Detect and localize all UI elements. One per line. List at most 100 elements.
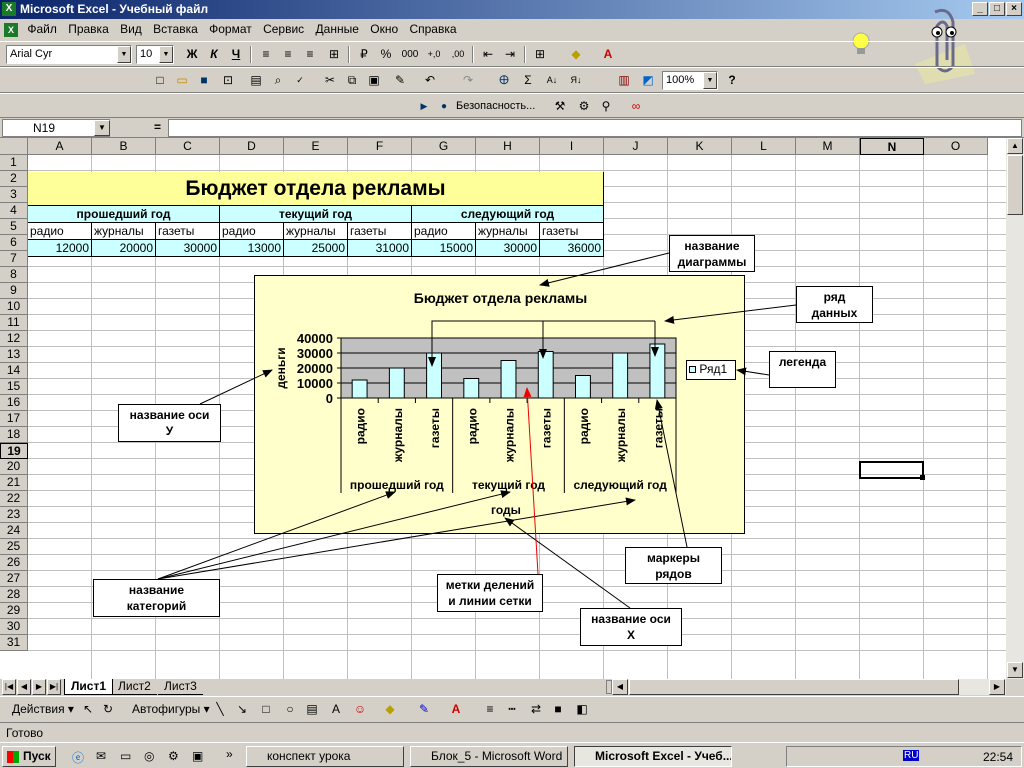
scroll-up-icon[interactable]: ▲: [1007, 138, 1023, 154]
column-header-g[interactable]: G: [412, 138, 476, 155]
row-header-18[interactable]: 18: [0, 427, 28, 443]
spelling-icon[interactable]: ✓: [290, 71, 310, 90]
formula-input[interactable]: [168, 119, 1022, 137]
line-style-icon[interactable]: ≡: [480, 700, 500, 719]
value-cell[interactable]: 12000: [28, 240, 92, 257]
save-icon[interactable]: ■: [194, 71, 214, 90]
y-tick-label[interactable]: 0: [326, 391, 333, 406]
oval-icon[interactable]: ○: [280, 700, 300, 719]
font-select[interactable]: Arial Cyr ▼: [6, 45, 132, 64]
horizontal-scrollbar[interactable]: ◀ ▶: [612, 679, 1006, 695]
line-icon[interactable]: ╲: [210, 700, 230, 719]
year-header-next[interactable]: следующий год: [412, 206, 604, 223]
quick-launch-more-icon[interactable]: »: [226, 747, 233, 761]
dash-style-icon[interactable]: ┅: [502, 700, 522, 719]
row-header-29[interactable]: 29: [0, 603, 28, 619]
tab-sheet3[interactable]: Лист3: [158, 679, 203, 695]
quick-launch-icon-2[interactable]: ⚙: [168, 749, 179, 763]
value-cell[interactable]: 15000: [412, 240, 476, 257]
value-cell[interactable]: 25000: [284, 240, 348, 257]
increase-indent-icon[interactable]: ⇥: [500, 45, 520, 64]
year-header-past[interactable]: прошедший год: [28, 206, 220, 223]
x-category-label[interactable]: газеты: [428, 408, 442, 448]
x-category-label[interactable]: журналы: [503, 408, 517, 463]
select-objects-icon[interactable]: ↖: [78, 700, 98, 719]
desktop-icon[interactable]: ▭: [120, 749, 131, 763]
bar[interactable]: [575, 375, 591, 399]
maximize-button[interactable]: □: [989, 2, 1005, 16]
draw-fill-color-icon[interactable]: ◆: [380, 700, 400, 719]
row-header-22[interactable]: 22: [0, 491, 28, 507]
row-header-15[interactable]: 15: [0, 379, 28, 395]
x-group-label[interactable]: текущий год: [472, 478, 545, 492]
quick-launch-icon-3[interactable]: ▣: [192, 749, 203, 763]
row-header-7[interactable]: 7: [0, 251, 28, 267]
copy-icon[interactable]: ⧉: [342, 71, 362, 90]
prev-sheet-icon[interactable]: ◀: [17, 679, 31, 695]
y-tick-label[interactable]: 30000: [297, 346, 333, 361]
help-icon[interactable]: ?: [722, 71, 742, 90]
row-header-26[interactable]: 26: [0, 555, 28, 571]
tab-sheet2[interactable]: Лист2: [112, 679, 157, 695]
textbox-icon[interactable]: ▤: [302, 700, 322, 719]
excel-icon[interactable]: X: [2, 2, 16, 16]
select-all-corner[interactable]: [0, 138, 28, 155]
sort-desc-icon[interactable]: Я↓: [566, 71, 586, 90]
scroll-thumb[interactable]: [1007, 155, 1023, 215]
excel-doc-icon[interactable]: X: [4, 23, 18, 37]
media-cell[interactable]: газеты: [156, 223, 220, 240]
row-header-28[interactable]: 28: [0, 587, 28, 603]
open-icon[interactable]: ▭: [172, 71, 192, 90]
free-rotate-icon[interactable]: ↻: [98, 700, 118, 719]
autosum-button[interactable]: Σ: [518, 71, 538, 90]
decrease-indent-icon[interactable]: ⇤: [478, 45, 498, 64]
bar[interactable]: [537, 351, 554, 399]
borders-icon[interactable]: ⊞: [530, 45, 550, 64]
next-sheet-icon[interactable]: ▶: [32, 679, 46, 695]
row-header-3[interactable]: 3: [0, 187, 28, 203]
tab-sheet1[interactable]: Лист1: [64, 679, 114, 695]
shadow-icon[interactable]: ■: [548, 700, 568, 719]
row-header-9[interactable]: 9: [0, 283, 28, 299]
row-header-30[interactable]: 30: [0, 619, 28, 635]
value-cell[interactable]: 36000: [540, 240, 604, 257]
x-category-label[interactable]: радио: [465, 408, 479, 444]
hyperlink-icon[interactable]: 🜨: [494, 71, 514, 90]
media-cell[interactable]: радио: [220, 223, 284, 240]
row-header-16[interactable]: 16: [0, 395, 28, 411]
chart-svg[interactable]: 400003000020000100000 радио журналы газеты р…: [255, 276, 746, 535]
column-header-m[interactable]: M: [796, 138, 860, 155]
fill-color-icon[interactable]: ◆: [566, 45, 586, 64]
row-header-31[interactable]: 31: [0, 635, 28, 651]
redo-icon[interactable]: ↷: [458, 71, 478, 90]
print-icon[interactable]: ▤: [246, 71, 266, 90]
value-cell[interactable]: 30000: [156, 240, 220, 257]
bar[interactable]: [500, 360, 517, 399]
arrow-style-icon[interactable]: ⇄: [526, 700, 546, 719]
column-header-l[interactable]: L: [732, 138, 796, 155]
script-editor-icon[interactable]: ∞: [626, 97, 646, 116]
bar[interactable]: [388, 367, 405, 399]
clipart-icon[interactable]: ☺: [350, 700, 370, 719]
scroll-down-icon[interactable]: ▼: [1007, 662, 1023, 678]
menu-file[interactable]: Файл: [23, 19, 61, 39]
row-header-10[interactable]: 10: [0, 299, 28, 315]
wordart-icon[interactable]: A: [326, 700, 346, 719]
fill-handle[interactable]: [920, 475, 925, 480]
scroll-left-icon[interactable]: ◀: [612, 679, 628, 695]
row-header-6[interactable]: 6: [0, 235, 28, 251]
run-macro-icon[interactable]: ▶: [414, 97, 434, 116]
x-category-label[interactable]: радио: [577, 408, 591, 444]
language-indicator[interactable]: RU: [903, 750, 920, 761]
arrow-icon[interactable]: ↘: [232, 700, 252, 719]
value-cell[interactable]: 20000: [92, 240, 156, 257]
column-header-o[interactable]: O: [924, 138, 988, 155]
x-category-label[interactable]: журналы: [614, 408, 628, 463]
bar[interactable]: [612, 352, 629, 399]
year-header-current[interactable]: текущий год: [220, 206, 412, 223]
y-tick-label[interactable]: 10000: [297, 376, 333, 391]
format-painter-icon[interactable]: ✎: [390, 71, 410, 90]
row-header-2[interactable]: 2: [0, 171, 28, 187]
toolbox-icon[interactable]: ⚙: [574, 97, 594, 116]
underline-button[interactable]: Ч: [226, 45, 246, 64]
